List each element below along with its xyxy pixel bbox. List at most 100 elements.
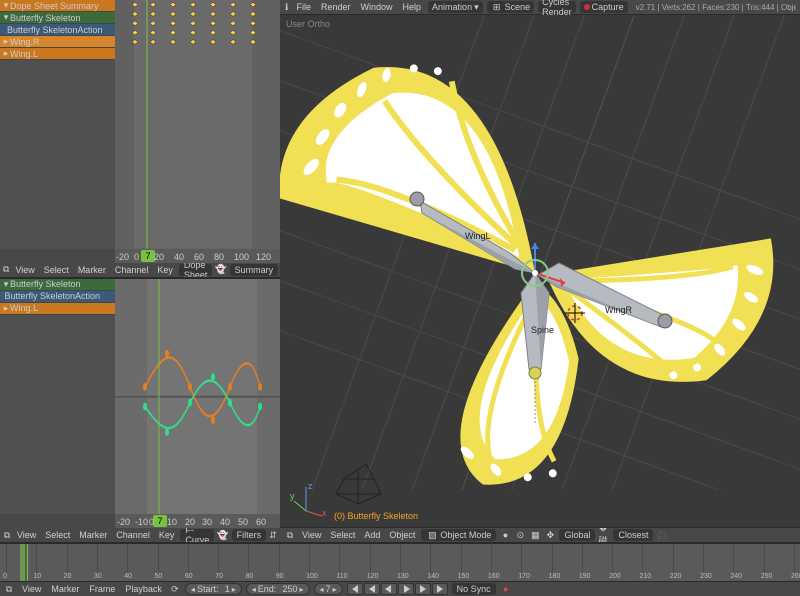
viewport-footer: ⧉ View Select Add Object ▧Object Mode ● … (280, 527, 800, 542)
dope-ruler[interactable]: 7 -20020406080100120 (0, 249, 280, 263)
editor-type-icon[interactable]: ⧉ (3, 264, 9, 276)
scene-icon: ⊞ (491, 1, 503, 13)
channel-label: Wing.L (10, 49, 38, 59)
dope-channel-list: ▾Dope Sheet Summary ▾Butterfly Skeleton … (0, 0, 115, 249)
editor-type-icon[interactable]: ⧉ (284, 529, 296, 541)
menu-view[interactable]: View (14, 530, 39, 540)
menu-key[interactable]: Key (156, 530, 178, 540)
menu-add[interactable]: Add (361, 530, 383, 540)
play-reverse-button[interactable] (381, 583, 397, 595)
menu-view[interactable]: View (12, 265, 37, 275)
cube-icon: ▧ (426, 529, 438, 541)
channel-skeleton[interactable]: ▾Butterfly Skeleton (0, 12, 115, 24)
svg-text:7: 7 (157, 516, 162, 526)
bone-label-spine: Spine (531, 325, 554, 335)
view-label: User Ortho (286, 19, 330, 29)
graph-mode-dropdown[interactable]: F-Curve (180, 529, 214, 541)
blender-icon[interactable]: ℹ (284, 1, 289, 13)
menu-frame[interactable]: Frame (86, 584, 118, 594)
graph-ruler[interactable]: 7 -20-100102030405060 (0, 514, 280, 528)
channel-wing-l[interactable]: ▸Wing.L (0, 48, 115, 60)
editor-type-icon[interactable]: ⧉ (3, 583, 15, 595)
timeline-track[interactable]: 0102030405060708090100110120130140150160… (0, 544, 800, 581)
dope-mode-dropdown[interactable]: Dope Sheet (179, 264, 213, 276)
snap-magnet-icon[interactable]: �磁 (598, 529, 610, 541)
menu-render[interactable]: Render (318, 2, 354, 12)
timeline-editor: 0102030405060708090100110120130140150160… (0, 542, 800, 596)
ghost-icon[interactable]: 👻 (217, 529, 228, 541)
sync-dropdown[interactable]: No Sync (452, 583, 496, 595)
dope-keyframe-area[interactable] (115, 0, 280, 249)
manipulator-icon[interactable]: ✥ (544, 529, 556, 541)
playback-controls (347, 583, 448, 595)
play-button[interactable] (398, 583, 414, 595)
menu-view[interactable]: View (19, 584, 44, 594)
menu-channel[interactable]: Channel (112, 265, 152, 275)
playhead-frame: 7 (145, 251, 150, 261)
end-frame-field[interactable]: ◂End: 250▸ (246, 583, 310, 595)
graph-channel-list: ▾Butterfly Skeleton Butterfly SkeletonAc… (0, 279, 115, 514)
menu-select[interactable]: Select (327, 530, 358, 540)
jump-start-button[interactable] (347, 583, 363, 595)
channel-action[interactable]: Butterfly SkeletonAction (0, 24, 115, 36)
scene-dropdown[interactable]: ⊞Scene (487, 1, 535, 13)
svg-text:z: z (308, 481, 313, 491)
channel-wing-r[interactable]: ▸Wing.R (0, 36, 115, 48)
timeline-footer: ⧉ View Marker Frame Playback ⟳ ◂Start: 1… (0, 581, 800, 596)
menu-marker[interactable]: Marker (75, 265, 109, 275)
viewport-3d[interactable]: Spine WingL WingR (280, 15, 800, 527)
pivot-icon[interactable]: ⊙ (514, 529, 526, 541)
engine-dropdown[interactable]: Cycles Render (538, 1, 576, 13)
graph-editor: ▾Butterfly Skeleton Butterfly SkeletonAc… (0, 279, 280, 542)
menu-select[interactable]: Select (42, 530, 73, 540)
start-frame-field[interactable]: ◂Start: 1▸ (185, 583, 242, 595)
jump-end-button[interactable] (432, 583, 448, 595)
dope-filter[interactable]: Summary (230, 264, 279, 276)
menu-marker[interactable]: Marker (48, 584, 82, 594)
menu-marker[interactable]: Marker (76, 530, 110, 540)
menu-playback[interactable]: Playback (122, 584, 165, 594)
dope-footer: ⧉ View Select Marker Channel Key Dope Sh… (0, 263, 280, 277)
channel-wing-l[interactable]: ▸Wing.L (0, 303, 115, 315)
menu-select[interactable]: Select (41, 265, 72, 275)
mode-dropdown[interactable]: ▧Object Mode (421, 529, 496, 541)
channel-label: Dope Sheet Summary (10, 1, 99, 11)
channel-summary[interactable]: ▾Dope Sheet Summary (0, 0, 115, 12)
channel-skeleton[interactable]: ▾Butterfly Skeleton (0, 279, 115, 291)
menu-channel[interactable]: Channel (113, 530, 153, 540)
sync-icon[interactable]: ⟳ (169, 583, 181, 595)
layers-icon[interactable]: ▦ (529, 529, 541, 541)
autokey-icon[interactable]: ● (500, 583, 512, 595)
graph-filters[interactable]: Filters (232, 529, 267, 541)
timeline-start-handle[interactable] (20, 544, 25, 581)
graph-footer: ⧉ View Select Marker Channel Key F-Curve… (0, 528, 280, 542)
channel-action[interactable]: Butterfly SkeletonAction (0, 291, 115, 303)
timeline-playhead[interactable] (27, 544, 28, 581)
prev-keyframe-button[interactable] (364, 583, 380, 595)
next-keyframe-button[interactable] (415, 583, 431, 595)
menu-object[interactable]: Object (386, 530, 418, 540)
menu-view[interactable]: View (299, 530, 324, 540)
capture-button[interactable]: Capture (580, 1, 628, 13)
ghost-icon[interactable]: 👻 (215, 264, 226, 276)
menu-file[interactable]: File (293, 2, 314, 12)
snap-mode-dropdown[interactable]: Closest (613, 529, 653, 541)
channel-label: Wing.R (10, 37, 40, 47)
menu-help[interactable]: Help (400, 2, 425, 12)
layout-dropdown[interactable]: Animation▾ (428, 1, 483, 13)
channel-label: Butterfly SkeletonAction (7, 25, 103, 35)
editor-type-icon[interactable]: ⧉ (3, 529, 11, 541)
shading-sphere-icon[interactable]: ● (499, 529, 511, 541)
record-icon (584, 4, 590, 10)
wing-right (546, 205, 800, 417)
graph-curve-area[interactable] (115, 279, 280, 514)
bone-label-wingr: WingR (605, 305, 633, 315)
channel-label: Butterfly Skeleton (10, 13, 81, 23)
render-icon[interactable]: 🎥 (656, 529, 668, 541)
menu-key[interactable]: Key (154, 265, 176, 275)
wing-left (280, 38, 541, 341)
normalize-icon[interactable]: ⇵ (269, 529, 277, 541)
orientation-dropdown[interactable]: Global (559, 529, 595, 541)
current-frame-field[interactable]: ◂7▸ (314, 583, 343, 595)
menu-window[interactable]: Window (358, 2, 396, 12)
